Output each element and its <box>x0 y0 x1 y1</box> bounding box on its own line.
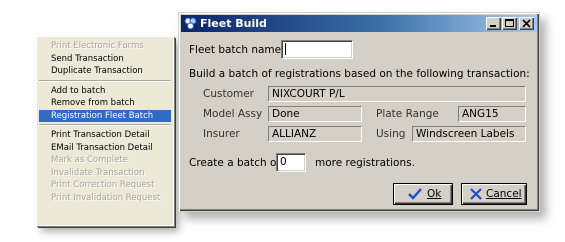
close-icon <box>522 19 531 28</box>
dialog-body: Fleet batch name Build a batch of regist… <box>179 32 539 211</box>
plate-range-field: ANG15 <box>458 106 526 122</box>
menu-item-send-transaction[interactable]: Send Transaction <box>37 53 173 66</box>
model-assy-label: Model Assy <box>203 108 263 120</box>
model-assy-field: Done <box>268 106 362 122</box>
customer-label: Customer <box>203 88 255 100</box>
menu-item-print-invalidation-request: Print Invalidation Request <box>51 192 161 203</box>
ok-button[interactable]: Ok <box>393 183 453 205</box>
fleet-batch-name-input[interactable] <box>281 40 353 59</box>
fleet-build-dialog: Fleet Build Fleet batch name Build a bat… <box>178 12 540 212</box>
batch-count-input[interactable]: 0 <box>276 153 306 172</box>
cancel-label: Cancel <box>486 188 522 200</box>
menu-item-remove-from-batch[interactable]: Remove from batch <box>37 97 173 110</box>
customer-field: NIXCOURT P/L <box>268 86 526 102</box>
maximize-button[interactable] <box>502 17 517 30</box>
menu-item-print-transaction-detail[interactable]: Print Transaction Detail <box>37 129 173 142</box>
close-button[interactable] <box>519 17 534 30</box>
checkmark-icon <box>408 188 422 200</box>
menu-item-invalidate-transaction: Invalidate Transaction <box>51 167 145 178</box>
context-menu: Print Electronic Forms Send Transaction Du… <box>36 36 174 226</box>
ok-label: Ok <box>427 188 442 200</box>
window-title: Fleet Build <box>200 17 267 30</box>
minimize-icon <box>490 25 496 27</box>
menu-item-print-correction-request: Print Correction Request <box>51 180 155 190</box>
menu-item-print-electronic-forms: Print Electronic Forms <box>51 41 144 51</box>
menu-item-registration-fleet-batch[interactable]: Registration Fleet Batch <box>39 109 171 122</box>
menu-item-email-transaction-detail[interactable]: EMail Transaction Detail <box>37 142 173 155</box>
app-window-icon <box>184 17 197 30</box>
cancel-button[interactable]: Cancel <box>461 183 527 205</box>
using-field: Windscreen Labels <box>412 126 526 142</box>
fleet-batch-name-label: Fleet batch name <box>189 44 282 56</box>
menu-item-mark-as-complete: Mark as Complete <box>51 155 128 165</box>
menu-item-duplicate-transaction[interactable]: Duplicate Transaction <box>37 65 173 78</box>
plate-range-label: Plate Range <box>376 108 439 120</box>
description-text: Build a batch of registrations based on … <box>189 68 530 80</box>
create-batch-prefix: Create a batch of <box>189 157 281 169</box>
menu-separator <box>39 124 171 126</box>
menu-separator <box>39 79 171 82</box>
minimize-button[interactable] <box>486 17 501 30</box>
insurer-label: Insurer <box>203 128 240 140</box>
cancel-x-icon <box>470 188 482 200</box>
title-bar[interactable]: Fleet Build <box>181 15 537 32</box>
maximize-icon <box>505 19 514 27</box>
text-caret <box>285 43 286 55</box>
menu-item-add-to-batch[interactable]: Add to batch <box>37 85 173 98</box>
insurer-field: ALLIANZ <box>268 126 362 142</box>
using-label: Using <box>376 128 406 140</box>
create-batch-suffix: more registrations. <box>315 157 415 169</box>
